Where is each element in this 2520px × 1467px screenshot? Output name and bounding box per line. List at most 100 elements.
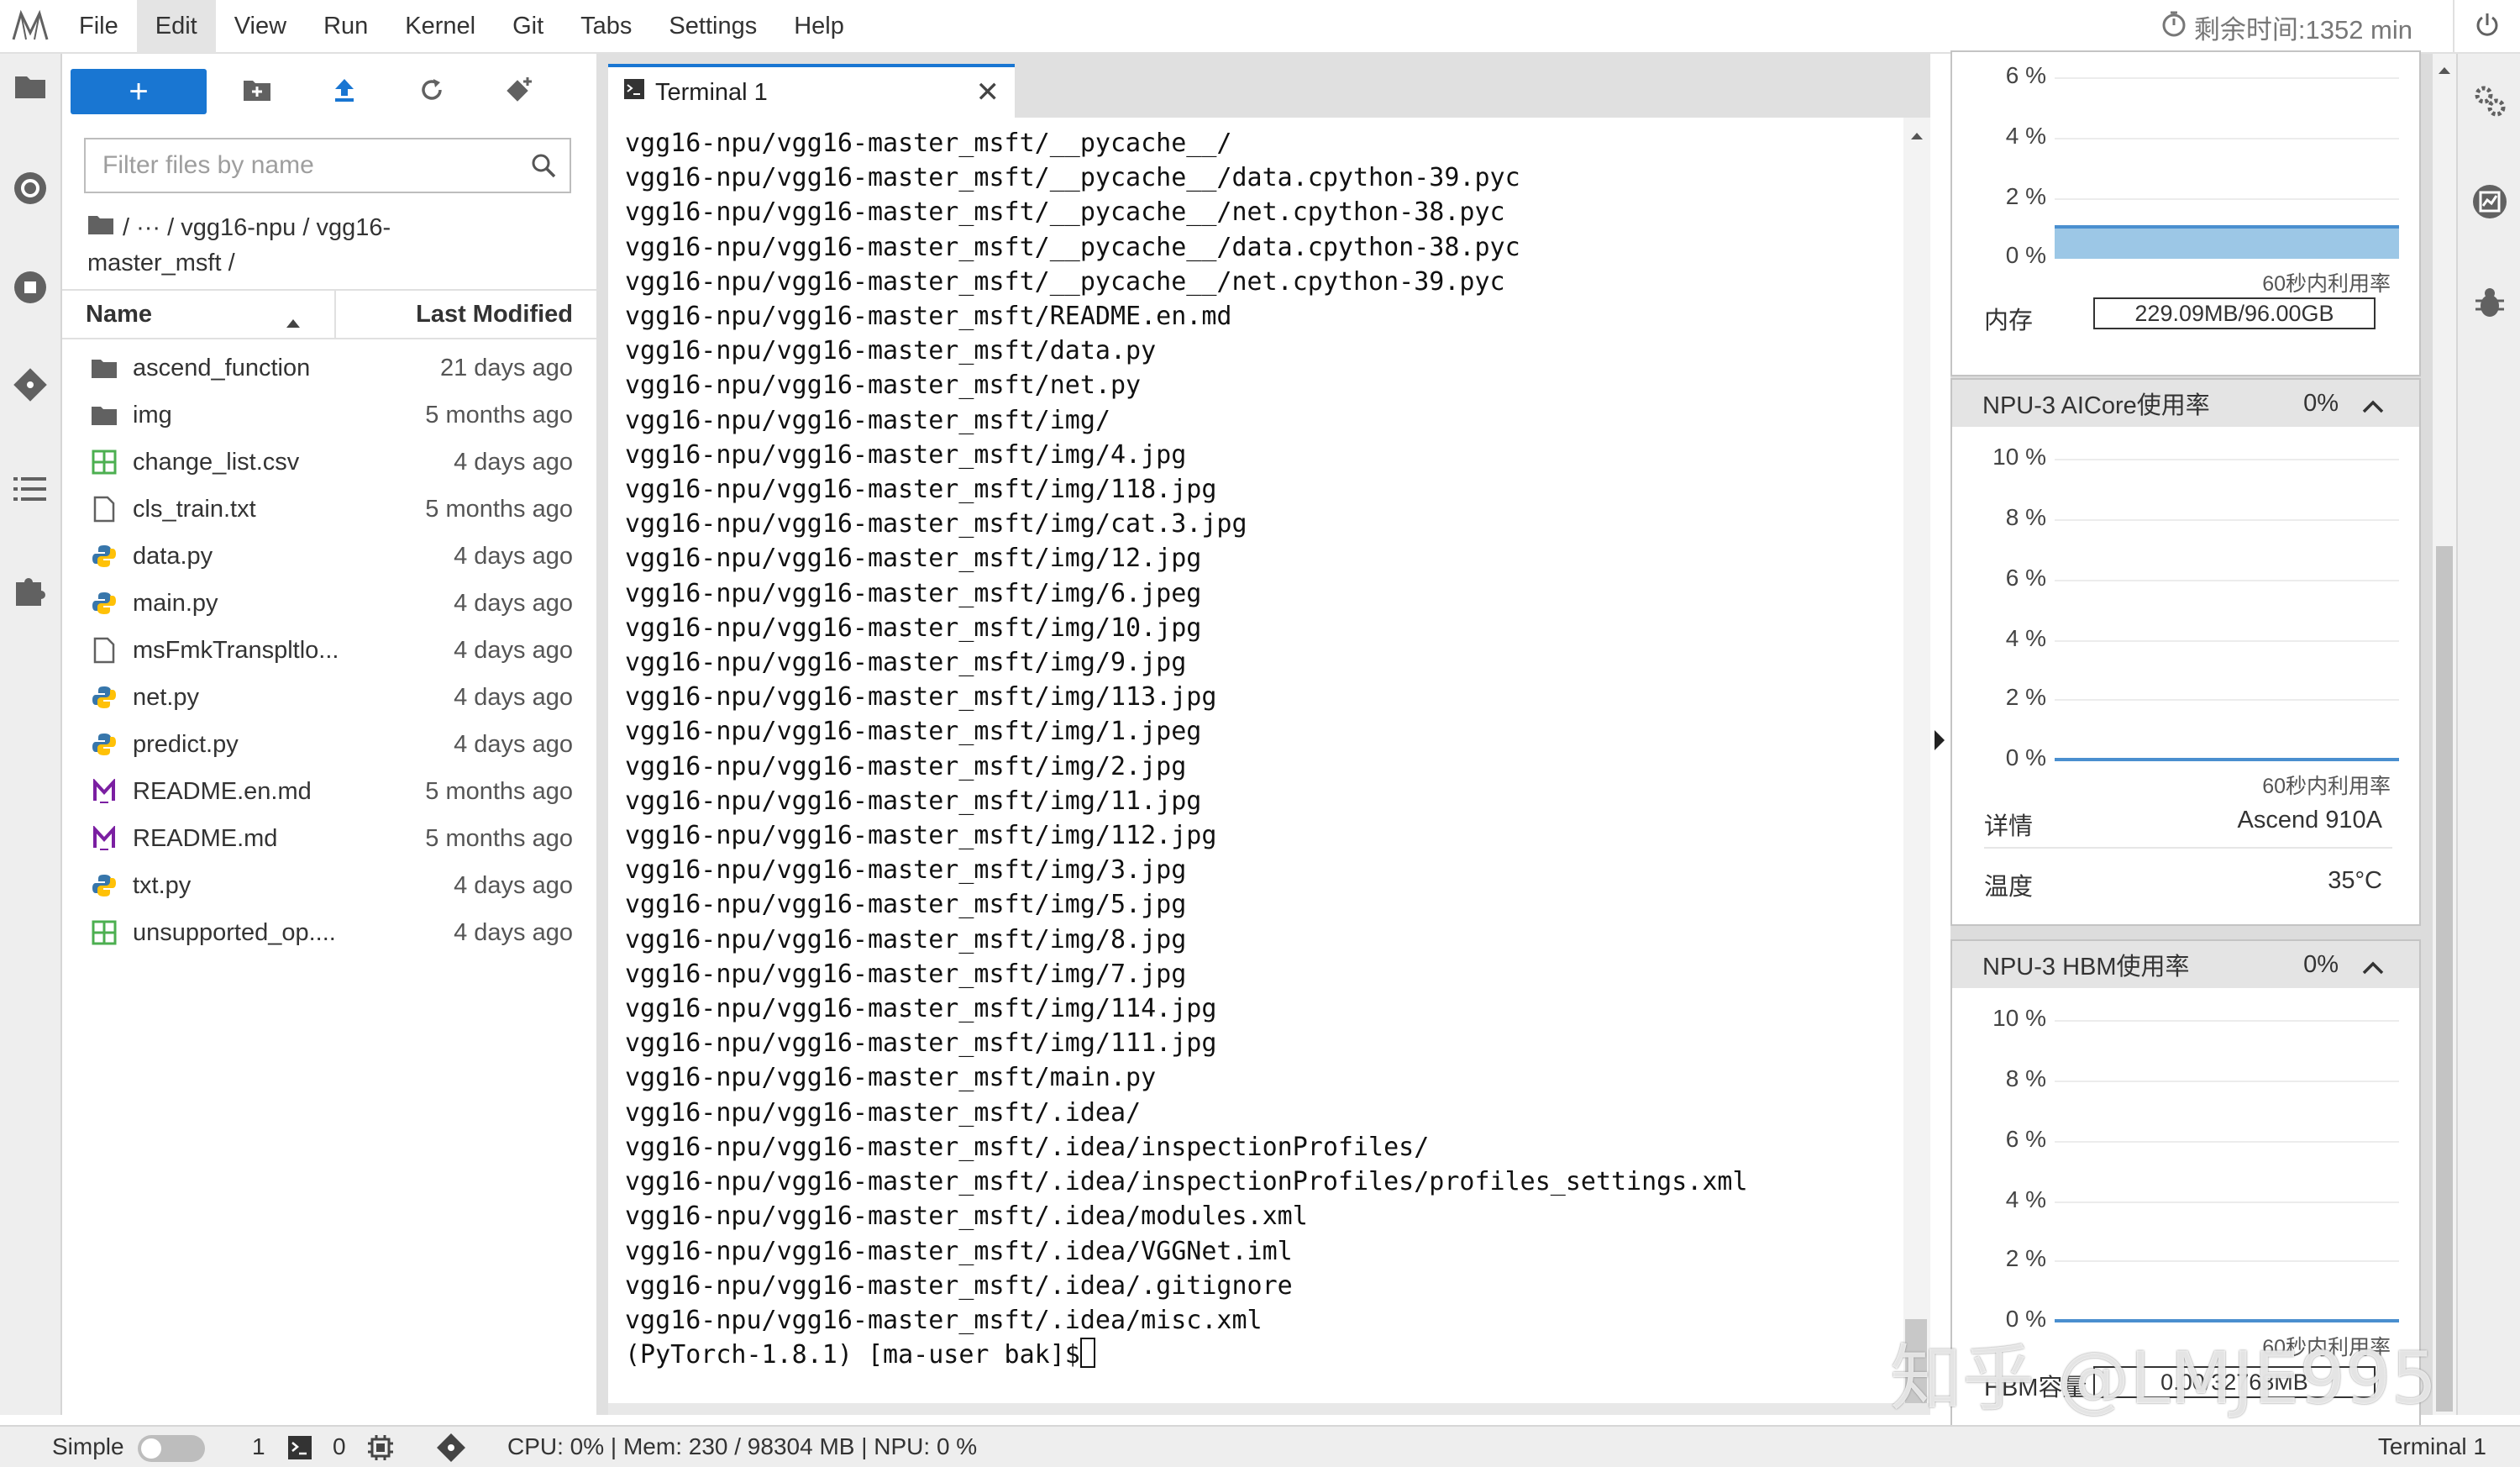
last-modified-column-header[interactable]: Last Modified [336,291,596,338]
stop-circle-icon [12,269,49,310]
file-name: README.md [133,824,278,852]
npu-aicore-title: NPU-3 AICore使用率 [1982,392,2210,419]
y-tick-label: 4 % [2005,1186,2046,1212]
folder-icon [87,210,114,245]
simple-mode-toggle[interactable] [138,1435,205,1462]
breadcrumb-path[interactable]: / ··· / vgg16-npu / vgg16- [123,210,391,245]
file-row[interactable]: change_list.csv 4 days ago [62,439,596,486]
file-browser-tab[interactable] [0,57,60,118]
python-icon [86,591,123,616]
file-name: ascend_function [133,354,311,381]
scroll-up-arrow-icon[interactable] [2438,64,2451,79]
stop-tab[interactable] [0,259,60,319]
file-modified: 4 days ago [454,918,573,946]
upload-button[interactable] [319,69,370,114]
watermark: 知乎 @LMJE995 [1890,1337,2438,1421]
terminal-scrollbar[interactable] [1903,118,1930,1403]
file-row[interactable]: unsupported_op.... 4 days ago [62,909,596,956]
npu-aicore-header[interactable]: NPU-3 AICore使用率 0% [1952,380,2419,427]
file-row[interactable]: msFmkTranspltlo... 4 days ago [62,627,596,674]
gridline [2055,459,2399,460]
debugger-tab[interactable] [2458,272,2520,336]
refresh-button[interactable] [407,69,457,114]
terminal-prompt-line[interactable]: (PyTorch-1.8.1) [ma-user bak]$ [625,1338,1915,1372]
menu-view[interactable]: View [216,0,305,53]
terminal-line: vgg16-npu/vgg16-master_msft/img/113.jpg [625,682,1217,712]
name-column-header[interactable]: Name [62,291,336,338]
file-row[interactable]: net.py 4 days ago [62,674,596,721]
menu-file[interactable]: File [60,0,137,53]
tab-terminal-1[interactable]: Terminal 1 ✕ [608,64,1015,118]
file-row[interactable]: data.py 4 days ago [62,533,596,580]
terminals-count[interactable]: 1 [252,1433,265,1460]
property-inspector-tab[interactable] [2458,71,2520,134]
terminal-line: vgg16-npu/vgg16-master_msft/.idea/misc.x… [625,1305,1263,1335]
file-browser-toolbar: + [62,54,596,131]
gridline [2055,1020,2399,1022]
file-name: msFmkTranspltlo... [133,636,339,664]
breadcrumb-path-continued[interactable]: master_msft / [87,245,558,281]
file-row[interactable]: main.py 4 days ago [62,580,596,627]
file-row[interactable]: predict.py 4 days ago [62,721,596,768]
y-tick-label: 10 % [1992,1005,2046,1031]
y-tick-label: 6 % [2005,1126,2046,1152]
sidebar-splitter[interactable] [596,54,608,1415]
detail-value: Ascend 910A [2237,807,2382,833]
terminal-line: vgg16-npu/vgg16-master_msft/img/10.jpg [625,613,1202,643]
terminal-cursor [1079,1338,1095,1369]
terminal-icon[interactable] [287,1435,312,1466]
file-row[interactable]: ascend_function 21 days ago [62,344,596,392]
new-folder-button[interactable] [232,69,282,114]
power-button[interactable] [2453,0,2520,54]
file-modified: 4 days ago [454,542,573,570]
tab-title: Terminal 1 [655,78,768,106]
file-row[interactable]: txt.py 4 days ago [62,862,596,909]
terminal-line: vgg16-npu/vgg16-master_msft/img/118.jpg [625,475,1217,505]
resource-panel-scrollbar[interactable] [2433,54,2456,1415]
jupyter-logo-icon[interactable] [0,0,60,53]
right-panel-splitter[interactable] [1930,54,1950,1415]
menu-tabs[interactable]: Tabs [562,0,650,53]
menu-settings[interactable]: Settings [650,0,775,53]
table-of-contents-tab[interactable] [0,460,60,521]
scroll-up-arrow-icon[interactable] [1910,129,1924,145]
cpu-usage-card: 6 % 4 % 2 % 0 % 60秒内利用率 内存 229.09MB/96.0… [1950,50,2421,376]
kernels-count[interactable]: 0 [333,1433,346,1460]
terminal-line: vgg16-npu/vgg16-master_msft/__pycache__/ [625,129,1232,158]
chevron-up-icon[interactable] [2362,954,2384,982]
resource-panel-scrollbar-thumb[interactable] [2436,546,2453,1412]
terminal-line: vgg16-npu/vgg16-master_msft/README.en.md [625,302,1232,332]
menu-git[interactable]: Git [494,0,562,53]
menu-edit[interactable]: Edit [136,0,216,53]
kernel-chip-icon[interactable] [366,1433,395,1467]
git-clone-button[interactable] [494,69,544,114]
file-modified: 4 days ago [454,730,573,758]
new-launcher-button[interactable]: + [71,69,207,114]
git-icon[interactable] [435,1432,467,1467]
list-icon [13,476,47,507]
chevron-up-icon[interactable] [2362,393,2384,421]
git-tab[interactable] [0,356,60,417]
file-name: txt.py [133,871,192,899]
menu-help[interactable]: Help [775,0,863,53]
puzzle-icon [13,572,48,612]
file-row[interactable]: README.en.md 5 months ago [62,768,596,815]
file-row[interactable]: README.md 5 months ago [62,815,596,862]
file-row[interactable]: cls_train.txt 5 months ago [62,486,596,533]
close-tab-icon[interactable]: ✕ [976,76,1000,109]
terminal-output[interactable]: vgg16-npu/vgg16-master_msft/__pycache__/… [608,118,1915,1403]
extensions-tab[interactable] [0,561,60,622]
menu-run[interactable]: Run [305,0,386,53]
terminal-line: vgg16-npu/vgg16-master_msft/.idea/ [625,1097,1142,1128]
menu-kernel[interactable]: Kernel [386,0,494,53]
collapse-arrow-icon[interactable] [1934,729,1945,755]
breadcrumb[interactable]: / ··· / vgg16-npu / vgg16- master_msft / [87,210,558,281]
npu-hbm-header[interactable]: NPU-3 HBM使用率 0% [1952,941,2419,988]
resource-monitor-tab[interactable] [2458,171,2520,235]
file-row[interactable]: img 5 months ago [62,392,596,439]
detail-label: 详情 [1984,813,2034,840]
npu-aicore-percent: 0% [2303,389,2339,417]
running-sessions-tab[interactable] [0,160,60,220]
terminal-line: vgg16-npu/vgg16-master_msft/img/7.jpg [625,959,1187,989]
filter-files-input[interactable]: Filter files by name [84,138,571,193]
